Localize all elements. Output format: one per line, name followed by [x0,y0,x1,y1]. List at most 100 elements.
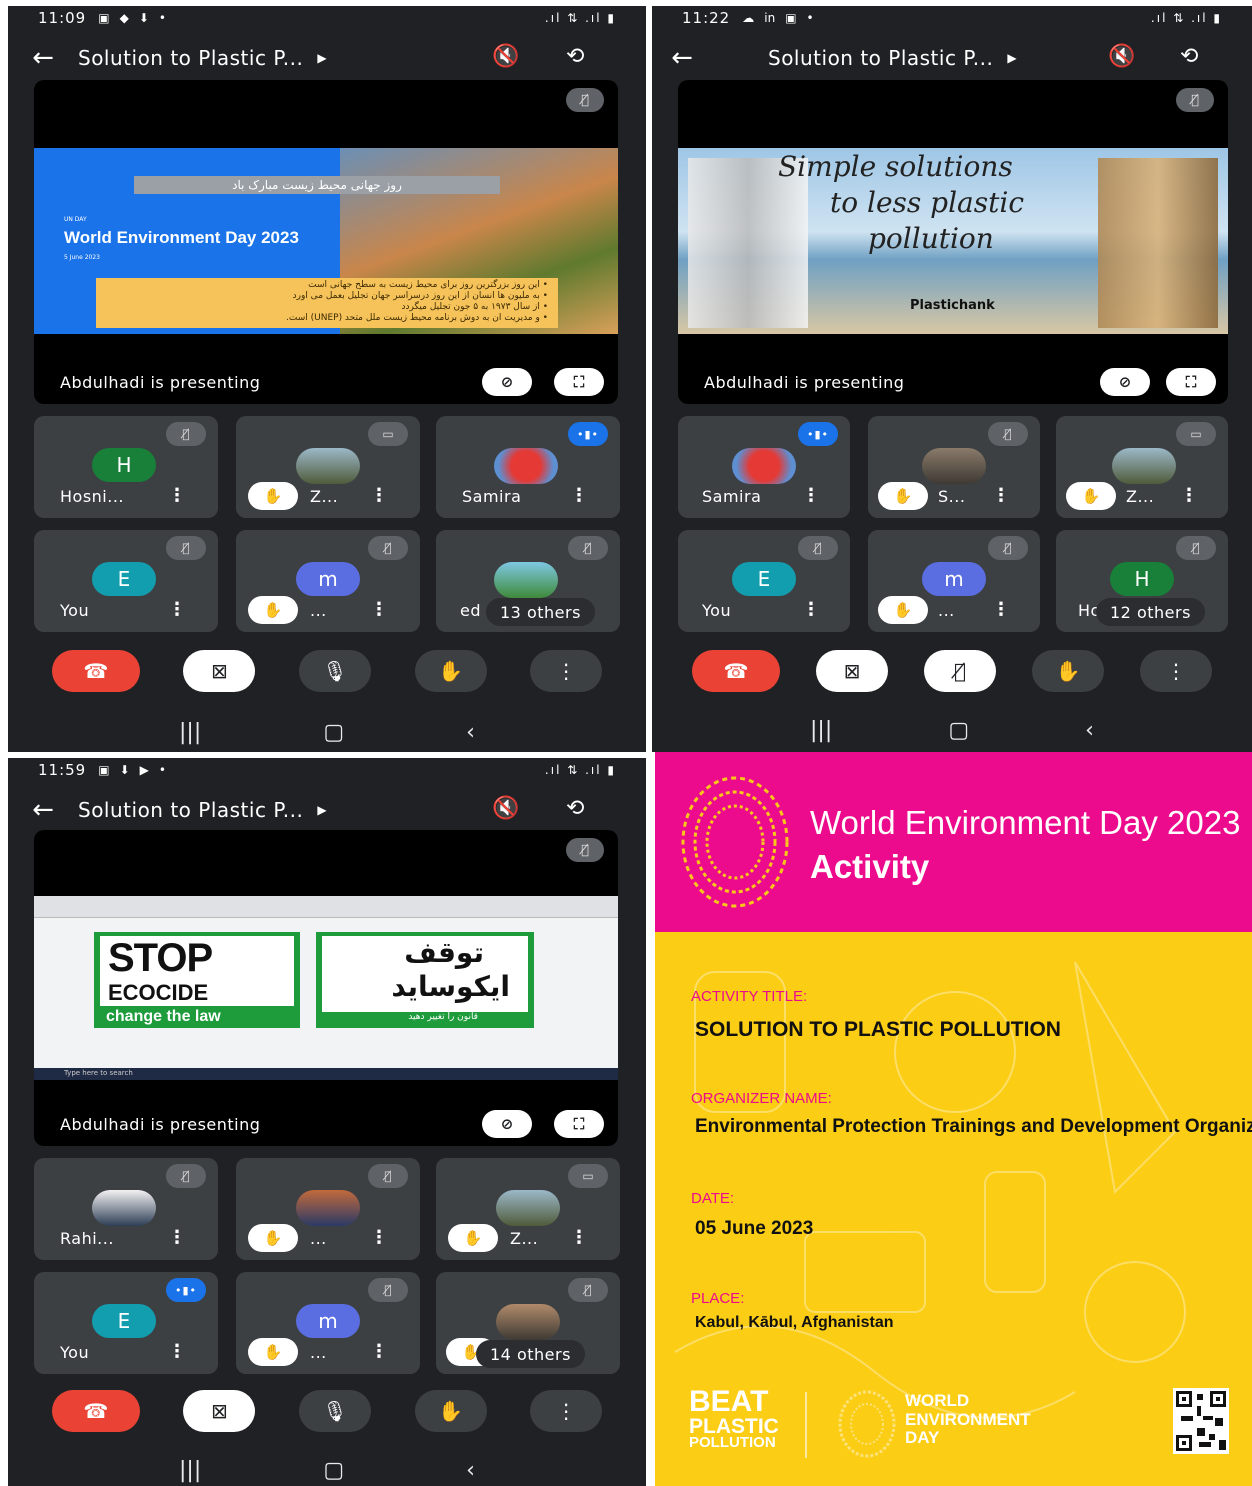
camera-flip-icon[interactable]: ⟲ [1180,44,1198,69]
home-icon[interactable]: ▢ [323,1458,344,1483]
more-options-button[interactable]: ⋮ [530,650,603,692]
participant-tile[interactable]: 🎙̸ ✋ ... ⋮ [236,1158,420,1260]
video-off-button[interactable]: ⊠ [816,650,888,692]
more-vert-icon[interactable]: ⋮ [370,1341,388,1362]
raise-hand-button[interactable]: ✋ [414,650,487,692]
participant-tile[interactable]: 🎙̸ ✋ S... ⋮ [868,416,1040,518]
more-vert-icon[interactable]: ⋮ [570,485,588,506]
others-count: 14 others [476,1340,585,1368]
more-options-button[interactable]: ⋮ [1140,650,1212,692]
back-arrow-icon[interactable]: ← [8,795,78,825]
shared-browser-window: STOP ECOCIDE change the law توقف ایکوسای… [34,896,618,1080]
video-off-button[interactable]: ⊠ [183,650,256,692]
home-icon[interactable]: ▢ [323,720,344,745]
beat-text: BEAT [689,1385,769,1418]
more-vert-icon[interactable]: ⋮ [802,599,820,620]
more-vert-icon[interactable]: ⋮ [992,485,1010,506]
more-vert-icon[interactable]: ⋮ [570,1227,588,1248]
poster-header-subtitle: Activity [810,848,930,885]
participant-tile[interactable]: ▭ ✋ Z... ⋮ [1056,416,1228,518]
slide-brand: Plastichank [910,298,995,313]
participant-tile[interactable]: 🎙̸ m ✋ ... ⋮ [236,1272,420,1374]
fullscreen-button[interactable]: ⛶ [554,368,604,396]
fullscreen-button[interactable]: ⛶ [554,1110,604,1138]
more-vert-icon[interactable]: ⋮ [168,1227,186,1248]
others-tile[interactable]: 🎙̸ ✋ 14 others [436,1272,620,1374]
participant-tile[interactable]: 🎙̸ H Hosni... ⋮ [34,416,218,518]
home-icon[interactable]: ▢ [948,718,969,743]
participant-tile[interactable]: 🎙̸ E You ⋮ [678,530,850,632]
end-call-button[interactable]: ☎ [692,650,780,692]
speaker-off-icon[interactable]: 🔇 [492,796,519,821]
more-vert-icon[interactable]: ⋮ [370,1227,388,1248]
muted-mic-icon: 🎙̸ [368,536,408,560]
participant-tile[interactable]: 🎙̸ E You ⋮ [34,530,218,632]
meeting-title[interactable]: Solution to Plastic P... [78,46,303,70]
more-vert-icon[interactable]: ⋮ [802,485,820,506]
title-caret-icon[interactable]: ▶ [1007,51,1016,65]
slide-title: World Environment Day 2023 [64,228,299,247]
unpin-button[interactable]: ⊘ [482,1110,532,1138]
back-nav-icon[interactable]: ‹ [466,1458,475,1483]
others-tile[interactable]: 🎙̸ H Ho 12 others [1056,530,1228,632]
world-environment-day-logo: WORLD ENVIRONMENT DAY [905,1391,1031,1448]
slide-bullet: • این روز بزرگترین روز برای محیط زیست به… [308,280,548,290]
back-arrow-icon[interactable]: ← [652,43,712,73]
video-off-button[interactable]: ⊠ [183,1390,256,1432]
meeting-title[interactable]: Solution to Plastic P... [78,798,303,822]
more-vert-icon[interactable]: ⋮ [168,599,186,620]
raise-hand-button[interactable]: ✋ [1032,650,1104,692]
participant-tile[interactable]: 🎙̸ Rahi... ⋮ [34,1158,218,1260]
unpin-button[interactable]: ⊘ [482,368,532,396]
more-vert-icon[interactable]: ⋮ [168,485,186,506]
end-call-button[interactable]: ☎ [51,650,140,692]
recents-icon[interactable]: ||| [179,720,201,745]
meeting-title[interactable]: Solution to Plastic P... [768,46,993,70]
muted-mic-icon: 🎙̸ [166,1164,206,1188]
speaker-off-icon[interactable]: 🔇 [1108,44,1135,69]
participant-tile[interactable]: •▮• Samira ⋮ [436,416,620,518]
camera-flip-icon[interactable]: ⟲ [566,44,584,69]
recents-icon[interactable]: ||| [810,718,832,743]
fullscreen-button[interactable]: ⛶ [1166,368,1216,396]
mic-button[interactable]: 🎙 [298,650,371,692]
stop-ecocide-logo-en: STOP ECOCIDE change the law [94,932,300,1028]
avatar: E [732,562,796,596]
back-arrow-icon[interactable]: ← [8,43,78,73]
back-nav-icon[interactable]: ‹ [1085,718,1094,743]
muted-mic-icon: 🎙̸ [1176,88,1214,112]
camera-flip-icon[interactable]: ⟲ [566,796,584,821]
participant-tile[interactable]: •▮• E You ⋮ [34,1272,218,1374]
more-vert-icon[interactable]: ⋮ [370,485,388,506]
end-call-button[interactable]: ☎ [51,1390,140,1432]
shared-slide: روز جهانی محیط زیست مبارک باد UN DAY Wor… [34,148,618,334]
place-value: Kabul, Kābul, Afghanistan [695,1314,894,1331]
avatar [496,1304,560,1340]
title-caret-icon[interactable]: ▶ [317,51,326,65]
others-tile[interactable]: 🎙̸ ed 13 others [436,530,620,632]
participant-tile[interactable]: 🎙̸ m ✋ ... ⋮ [868,530,1040,632]
download-notification-icon: ⬇ [119,763,130,777]
speaking-indicator-icon: •▮• [166,1278,206,1302]
back-nav-icon[interactable]: ‹ [466,720,475,745]
participant-tile[interactable]: 🎙̸ m ✋ ... ⋮ [236,530,420,632]
more-vert-icon[interactable]: ⋮ [168,1341,186,1362]
mic-button[interactable]: 🎙 [298,1390,371,1432]
mic-off-button[interactable]: 🎙̸ [924,650,996,692]
slide-bullets: • این روز بزرگترین روز برای محیط زیست به… [96,278,558,328]
title-caret-icon[interactable]: ▶ [317,803,326,817]
more-vert-icon[interactable]: ⋮ [1180,485,1198,506]
participant-tile[interactable]: •▮• Samira ⋮ [678,416,850,518]
unpin-button[interactable]: ⊘ [1100,368,1150,396]
participant-tile[interactable]: ▭ ✋ Z... ⋮ [436,1158,620,1260]
presentation-stage: 🎙̸ روز جهانی محیط زیست مبارک باد UN DAY … [34,80,618,404]
participant-tile[interactable]: ▭ ✋ Z... ⋮ [236,416,420,518]
recents-icon[interactable]: ||| [179,1458,201,1483]
participant-name: Samira [702,487,762,506]
raise-hand-button[interactable]: ✋ [414,1390,487,1432]
more-options-button[interactable]: ⋮ [530,1390,603,1432]
speaker-off-icon[interactable]: 🔇 [492,44,519,69]
status-bar: 11:59 ▣ ⬇ ▶ • .ıl ⇅ .ıl ▮ [8,758,646,782]
more-vert-icon[interactable]: ⋮ [370,599,388,620]
more-vert-icon[interactable]: ⋮ [992,599,1010,620]
